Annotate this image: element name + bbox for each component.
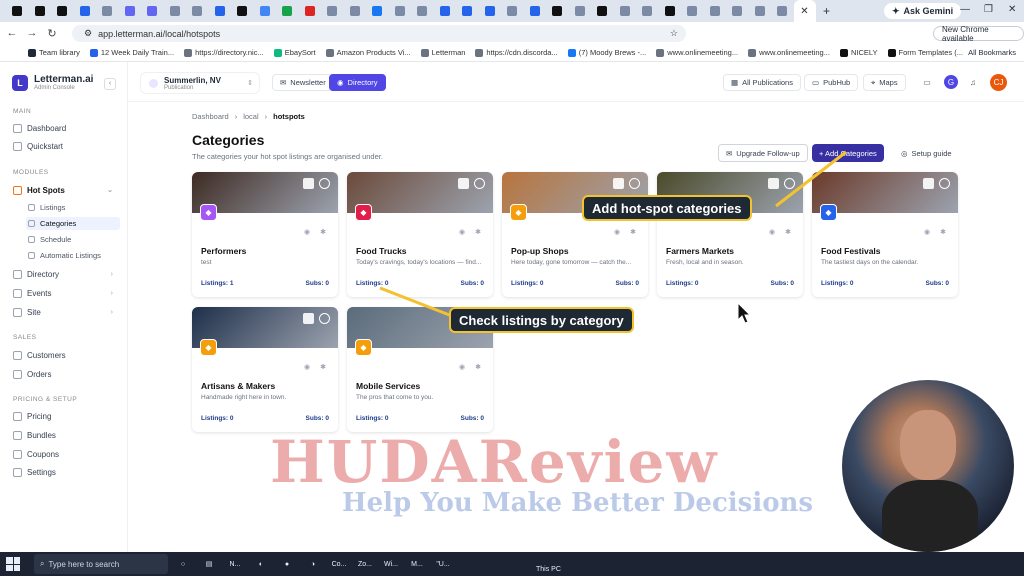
taskbar-app-u[interactable]: "U... (432, 556, 454, 572)
task-view-icon[interactable]: ▤ (198, 556, 220, 572)
windows-taskbar: ⌕ Type here to search ○ ▤ N... ◐ ● ◑ Co..… (0, 552, 1024, 576)
windows-start-icon[interactable] (6, 557, 20, 571)
taskbar-app-m[interactable]: M... (406, 556, 428, 572)
edge-icon[interactable]: ◑ (302, 556, 324, 572)
callout-add-categories: Add hot-spot categories (582, 195, 752, 221)
taskbar-app-n[interactable]: N... (224, 556, 246, 572)
search-icon: ⌕ (40, 559, 45, 568)
callout-arrow-check (379, 286, 453, 318)
taskbar-app[interactable]: ◐ (250, 556, 272, 572)
this-pc-label: This PC (536, 566, 561, 573)
presenter-shirt (882, 480, 978, 552)
cortana-icon[interactable]: ○ (172, 556, 194, 572)
taskbar-search-field[interactable]: ⌕ Type here to search (34, 554, 168, 574)
webcam-overlay (842, 380, 1014, 552)
taskbar-search-placeholder: Type here to search (48, 559, 120, 569)
taskbar-app-co[interactable]: Co... (328, 556, 350, 572)
presenter-face (900, 410, 956, 480)
callout-check-listings: Check listings by category (449, 307, 634, 333)
mouse-cursor-icon (737, 302, 751, 324)
taskbar-app-zo[interactable]: Zo... (354, 556, 376, 572)
callout-arrow-add (775, 150, 847, 208)
taskbar-app-wi[interactable]: Wi... (380, 556, 402, 572)
watermark-logo: HUDAReview (270, 428, 719, 496)
firefox-icon[interactable]: ● (276, 556, 298, 572)
watermark-tagline: Help You Make Better Decisions (342, 488, 814, 518)
